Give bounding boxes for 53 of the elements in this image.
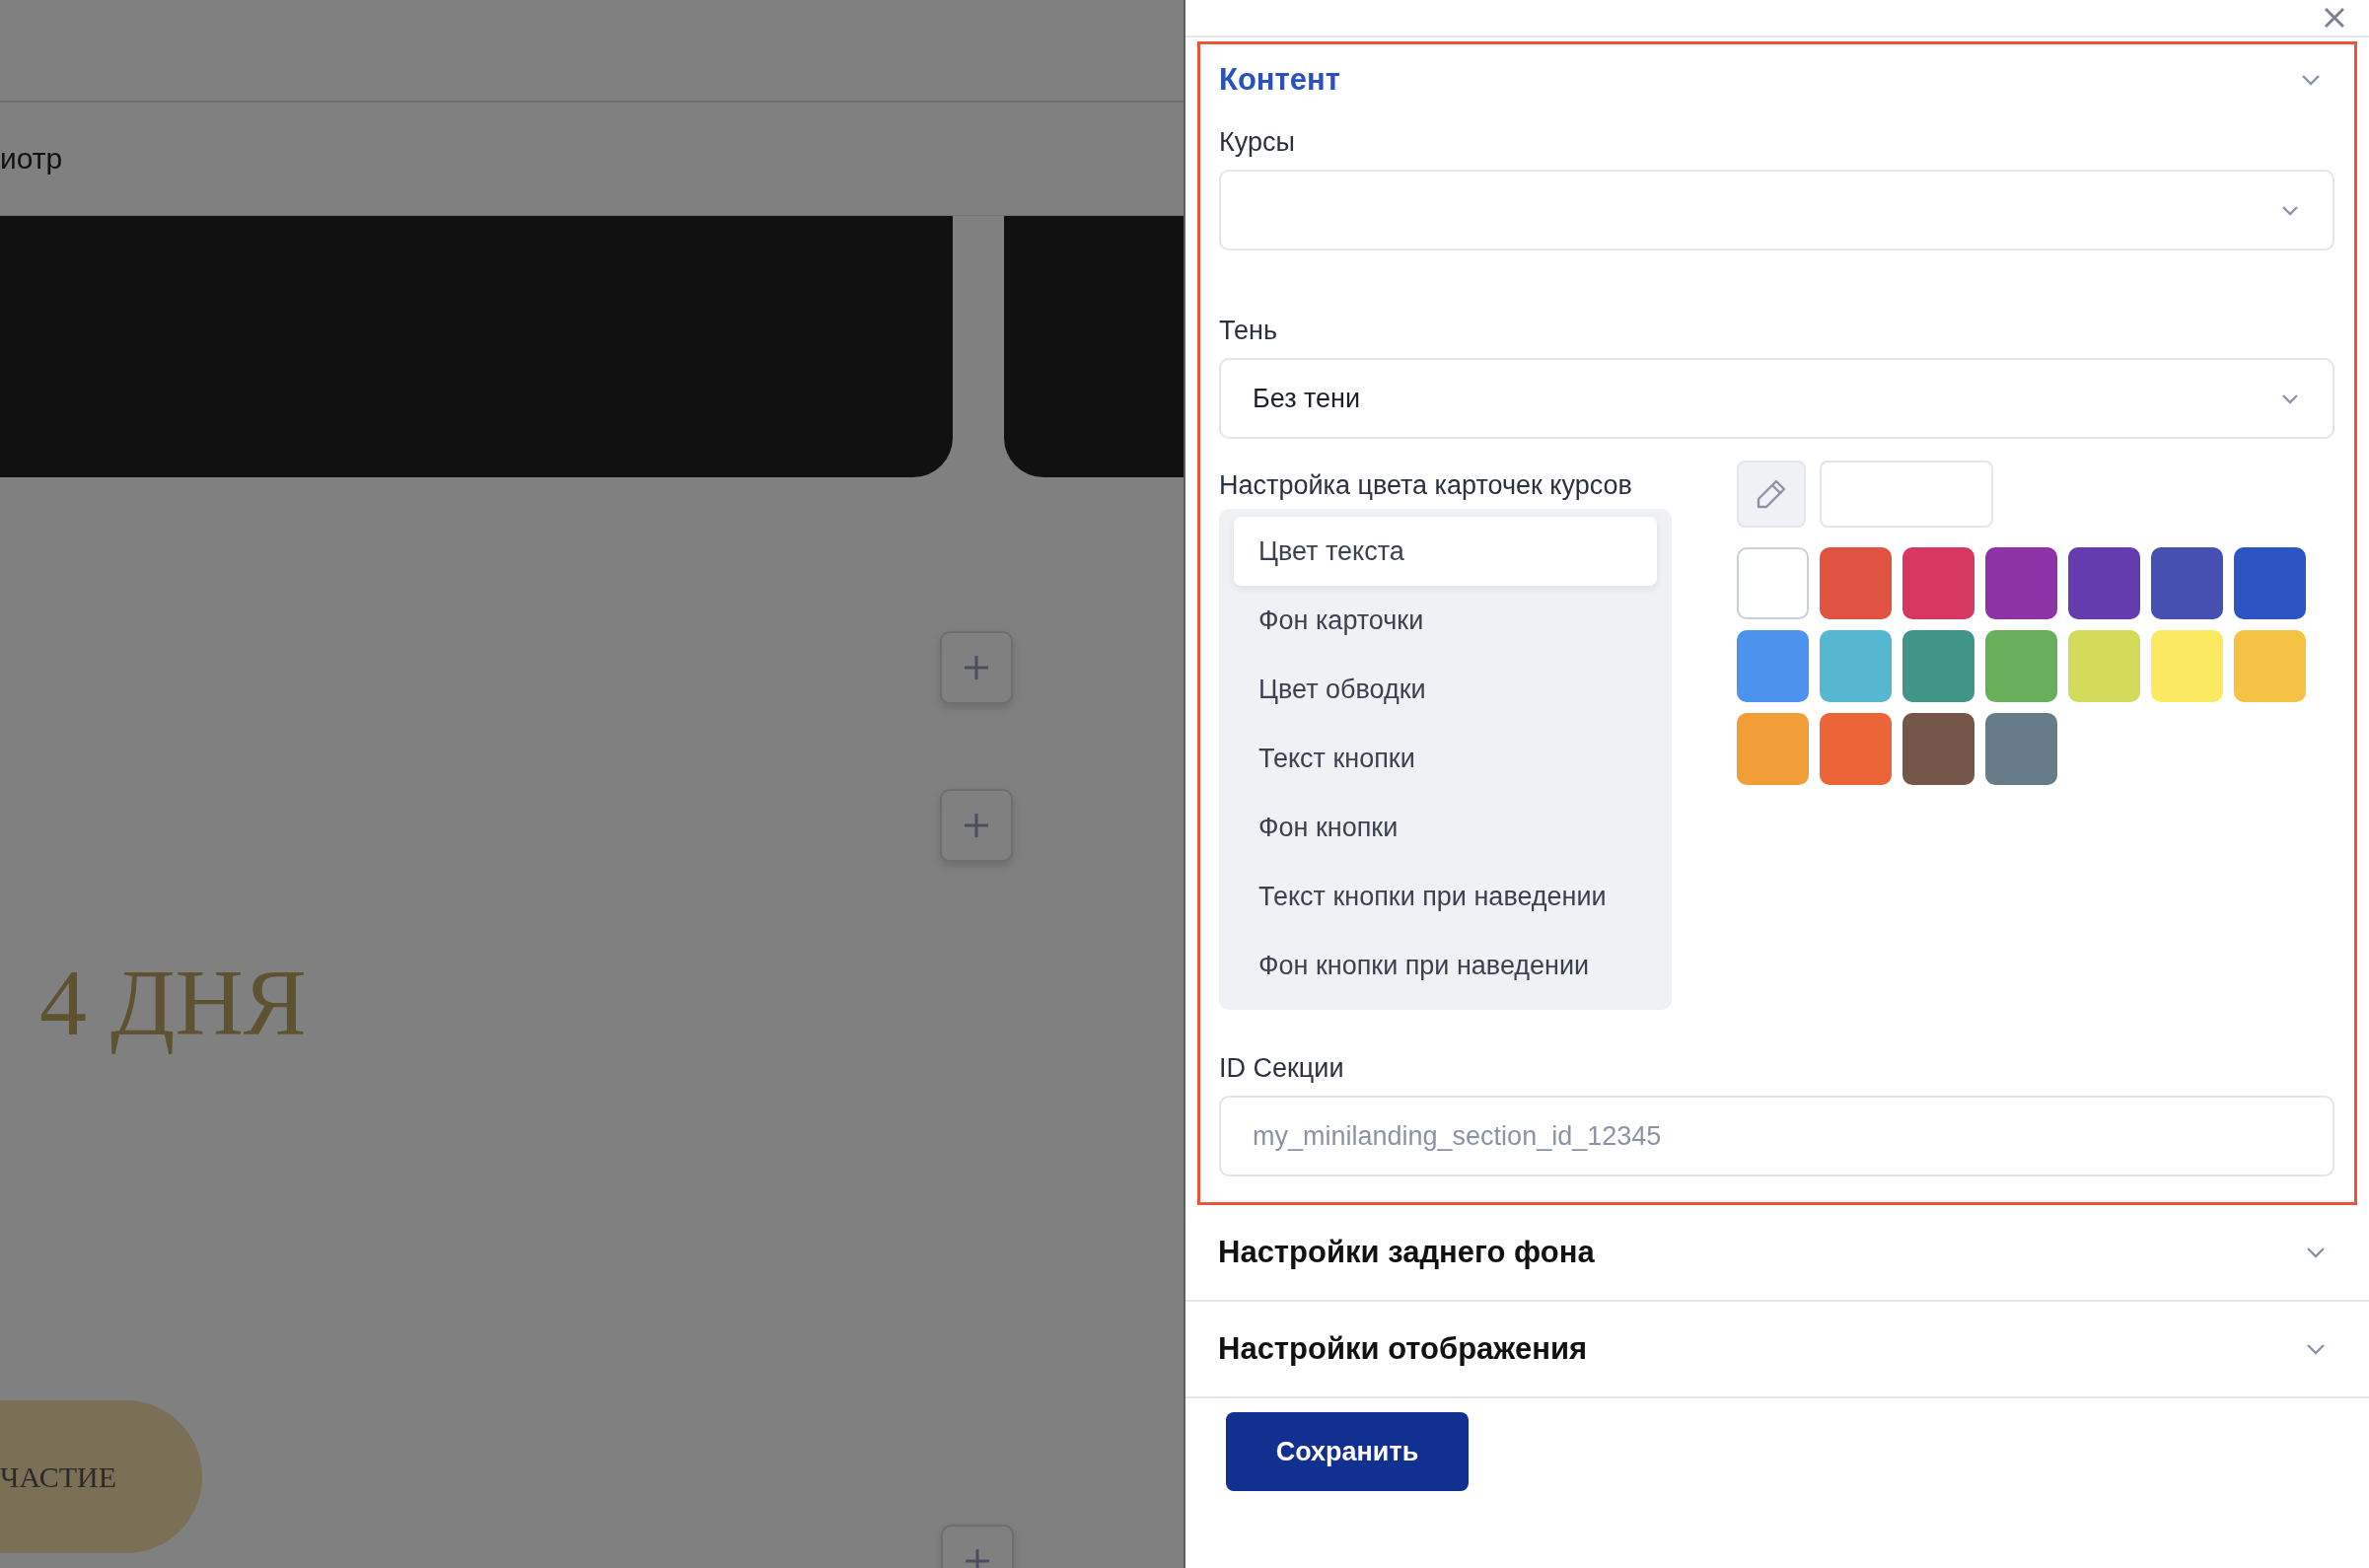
courses-select[interactable] bbox=[1219, 170, 2334, 250]
add-button[interactable] bbox=[940, 631, 1013, 704]
color-swatch[interactable] bbox=[1820, 547, 1892, 619]
nav-text[interactable]: иотр bbox=[0, 142, 63, 176]
color-target-item[interactable]: Фон кнопки при наведении bbox=[1234, 931, 1657, 1000]
color-swatch[interactable] bbox=[1985, 630, 2057, 702]
field-label: Тень bbox=[1219, 316, 1278, 346]
color-swatch[interactable] bbox=[2234, 547, 2306, 619]
color-swatch[interactable] bbox=[1737, 547, 1809, 619]
close-icon[interactable] bbox=[2324, 7, 2345, 29]
section-header[interactable]: Контент bbox=[1219, 62, 2334, 98]
color-swatch[interactable] bbox=[1902, 713, 1974, 785]
section-title: Настройки заднего фона bbox=[1218, 1235, 1595, 1270]
save-button[interactable]: Сохранить bbox=[1226, 1412, 1469, 1491]
section-title: Контент bbox=[1219, 62, 1340, 98]
color-swatch[interactable] bbox=[2234, 630, 2306, 702]
field-label: Курсы bbox=[1219, 127, 1296, 158]
color-target-item[interactable]: Текст кнопки bbox=[1234, 724, 1657, 793]
color-swatch[interactable] bbox=[2151, 547, 2223, 619]
color-swatch[interactable] bbox=[2068, 630, 2140, 702]
color-swatch[interactable] bbox=[2068, 547, 2140, 619]
color-swatch[interactable] bbox=[1820, 713, 1892, 785]
section-header[interactable]: Настройки заднего фона bbox=[1185, 1205, 2369, 1302]
plus-icon bbox=[963, 1546, 992, 1568]
color-target-item[interactable]: Фон карточки bbox=[1234, 586, 1657, 655]
chevron-icon bbox=[2281, 392, 2299, 404]
chevron-icon bbox=[2301, 74, 2321, 86]
plus-icon bbox=[962, 653, 991, 682]
add-button[interactable] bbox=[940, 789, 1013, 862]
field-label: Настройка цвета карточек курсов bbox=[1219, 470, 1633, 501]
shadow-select[interactable]: Без тени bbox=[1219, 358, 2334, 439]
color-swatch[interactable] bbox=[1737, 630, 1809, 702]
color-swatch[interactable] bbox=[1902, 547, 1974, 619]
color-input[interactable] bbox=[1820, 461, 1993, 528]
field-label: ID Секции bbox=[1219, 1053, 1345, 1084]
section-id-field[interactable]: my_minilanding_section_id_12345 bbox=[1219, 1096, 2334, 1176]
chevron-icon bbox=[2281, 204, 2299, 216]
section-title: Настройки отображения bbox=[1218, 1331, 1588, 1367]
color-target-item[interactable]: Фон кнопки bbox=[1234, 793, 1657, 862]
color-target-item[interactable]: Текст кнопки при наведении bbox=[1234, 862, 1657, 931]
color-swatch[interactable] bbox=[1737, 713, 1809, 785]
chevron-icon bbox=[2306, 1343, 2326, 1355]
section-header[interactable]: Настройки отображения bbox=[1185, 1302, 2369, 1398]
color-target-item[interactable]: Цвет текста bbox=[1234, 517, 1657, 586]
chevron-icon bbox=[2306, 1247, 2326, 1258]
color-swatch[interactable] bbox=[1985, 713, 2057, 785]
color-target-item[interactable]: Цвет обводки bbox=[1234, 655, 1657, 724]
color-swatch[interactable] bbox=[1820, 630, 1892, 702]
color-swatch[interactable] bbox=[2151, 630, 2223, 702]
plus-icon bbox=[962, 811, 991, 840]
color-swatch[interactable] bbox=[1985, 547, 2057, 619]
eyedropper-button[interactable] bbox=[1737, 461, 1806, 528]
color-swatch[interactable] bbox=[1902, 630, 1974, 702]
